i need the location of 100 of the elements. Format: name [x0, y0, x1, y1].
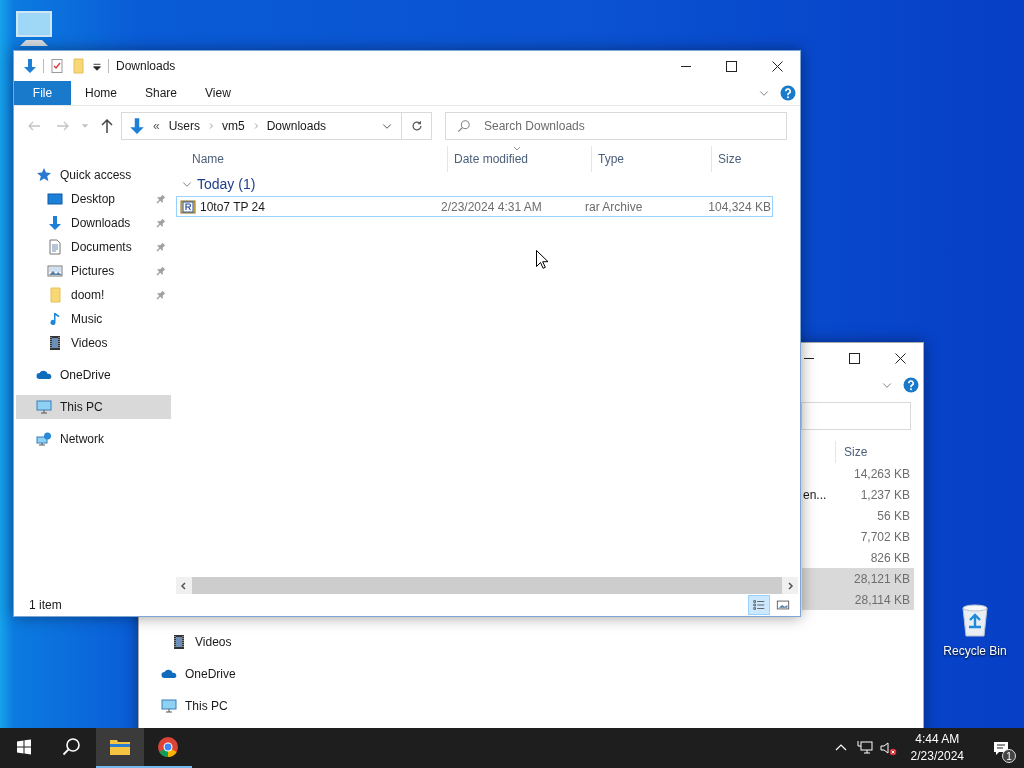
archive-icon [180, 198, 196, 215]
browser-icon [156, 735, 180, 759]
details-view-icon [752, 598, 766, 612]
file-name: 10to7 TP 24 [200, 199, 265, 214]
download-arrow-icon [128, 117, 146, 135]
pin-icon [155, 241, 167, 253]
column-header[interactable]: Type [591, 146, 711, 172]
ribbon-tab[interactable]: View [191, 81, 245, 105]
nav-item[interactable]: Videos [139, 630, 299, 654]
file-row[interactable]: 10to7 TP 24 2/23/2024 4:31 AM rar Archive 104,324 KB [176, 196, 773, 217]
document-icon [47, 239, 63, 255]
address-bar[interactable]: « Users vm5 Downloads [121, 112, 402, 140]
nav-item[interactable]: doom! [16, 283, 171, 307]
nav-item[interactable]: This PC [16, 395, 171, 419]
refresh-icon [409, 119, 424, 133]
nav-item[interactable]: OneDrive [16, 363, 171, 387]
file-size: 56 KB [876, 508, 911, 523]
download-arrow-icon [47, 215, 63, 231]
windows-logo-icon [16, 739, 32, 755]
properties-icon [49, 58, 65, 74]
file-size: 14,263 KB [852, 466, 911, 481]
column-header[interactable]: Date modified [447, 146, 591, 172]
up-arrow-icon [99, 118, 115, 134]
scroll-left-icon [179, 580, 189, 591]
file-row[interactable]: en... 1,237 KB [802, 484, 914, 505]
file-row[interactable]: 28,114 KB [802, 589, 914, 610]
nav-item[interactable]: Desktop [16, 187, 171, 211]
star-icon [36, 167, 52, 183]
muted-speaker-icon [880, 740, 898, 756]
folder-icon [70, 58, 86, 74]
column-header[interactable]: Size [835, 441, 914, 463]
taskbar-app-button[interactable] [96, 728, 144, 768]
file-row[interactable]: 826 KB [802, 547, 914, 568]
pin-icon [155, 193, 167, 205]
network-icon [36, 431, 52, 447]
file-date: 2/23/2024 4:31 AM [440, 199, 543, 214]
desktop-icon [47, 191, 63, 207]
maximize-icon [725, 60, 737, 72]
computer-icon [36, 399, 52, 415]
file-row[interactable]: 28,121 KB [802, 568, 914, 589]
file-size: 28,114 KB [853, 592, 911, 607]
overflow-button[interactable]: « [151, 119, 162, 133]
ribbon-tab[interactable]: Home [71, 81, 131, 105]
file-type: rar Archive [584, 199, 644, 214]
file-row[interactable]: 14,263 KB [802, 463, 914, 484]
details-view-button[interactable] [748, 595, 770, 615]
item-count: 1 item [29, 598, 62, 612]
nav-item[interactable]: This PC [139, 694, 299, 718]
nav-item[interactable]: Documents [16, 235, 171, 259]
nav-item[interactable]: Network [16, 427, 171, 451]
file-menu-tab[interactable]: File [14, 81, 71, 105]
notification-badge: 1 [1002, 749, 1016, 763]
table-cell: en... [803, 487, 827, 502]
nav-item[interactable]: Downloads [16, 211, 171, 235]
nav-item[interactable]: OneDrive [139, 662, 299, 686]
network-icon [856, 740, 873, 756]
search-icon [457, 119, 471, 133]
nav-item[interactable]: Videos [16, 331, 171, 355]
folder-icon [47, 287, 63, 303]
chevron-right-icon [207, 122, 216, 130]
close-icon [771, 60, 783, 72]
download-arrow-icon [22, 58, 38, 74]
computer-icon [14, 8, 54, 48]
group-header[interactable]: Today (1) [197, 176, 256, 192]
help-icon [780, 85, 796, 101]
window-title: Downloads [116, 59, 176, 73]
film-icon [171, 634, 187, 650]
breadcrumb[interactable]: vm5 [220, 119, 247, 133]
computer-icon [161, 698, 177, 714]
clock[interactable]: 4:44 AM 2/23/2024 [900, 731, 974, 765]
column-header[interactable]: Name [184, 146, 447, 172]
sort-indicator-icon [512, 144, 522, 152]
maximize-icon [848, 352, 860, 364]
desktop-icon-label[interactable]: Recycle Bin [943, 644, 1007, 658]
file-row[interactable]: 56 KB [802, 505, 914, 526]
refresh-button[interactable] [402, 112, 432, 140]
nav-item[interactable]: Quick access [16, 163, 171, 187]
pin-icon [155, 265, 167, 277]
breadcrumb[interactable]: Downloads [264, 119, 329, 133]
mouse-pointer-icon [536, 250, 548, 269]
nav-item[interactable]: Pictures [16, 259, 171, 283]
close-icon [894, 352, 906, 364]
search-field[interactable] [801, 402, 911, 430]
search-field[interactable]: Search Downloads [445, 112, 787, 140]
column-header[interactable]: Size [711, 146, 791, 172]
pin-icon [155, 217, 167, 229]
file-size: 7,702 KB [859, 529, 911, 544]
file-size: 28,121 KB [852, 571, 911, 586]
large-icons-view-icon [776, 598, 790, 612]
ribbon-tab[interactable]: Share [131, 81, 192, 105]
file-size: 104,324 KB [707, 199, 772, 214]
nav-item[interactable]: Music [16, 307, 171, 331]
file-size: 1,237 KB [859, 487, 911, 502]
horizontal-scrollbar[interactable] [176, 577, 798, 594]
scroll-right-icon [785, 580, 795, 591]
file-size: 826 KB [869, 550, 911, 565]
film-icon [47, 335, 63, 351]
breadcrumb[interactable]: Users [166, 119, 203, 133]
picture-icon [47, 263, 63, 279]
file-row[interactable]: 7,702 KB [802, 526, 914, 547]
